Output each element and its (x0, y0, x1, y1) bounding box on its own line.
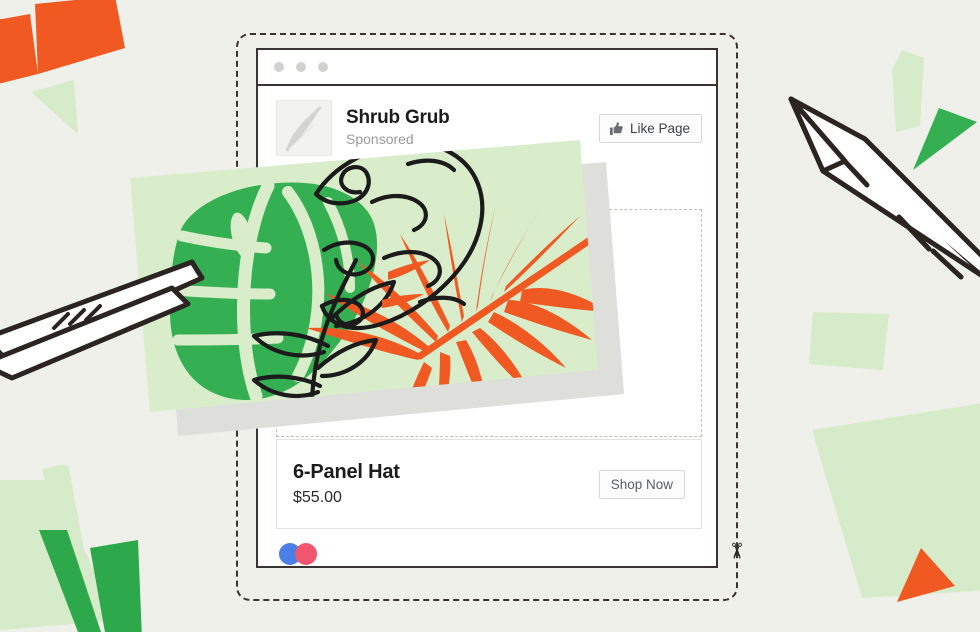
product-text: 6-Panel Hat $55.00 (293, 460, 599, 509)
browser-dot-2 (296, 62, 306, 72)
pen-illustration-right (775, 85, 980, 280)
pale-green-triangle-top-left (30, 72, 100, 142)
thumbs-up-icon (609, 121, 623, 135)
reaction-icons (278, 542, 326, 565)
screenshot-canvas: ✂ Shrub Grub Sponsored Like Page 6-Panel… (0, 0, 980, 632)
product-price: $55.00 (293, 488, 342, 506)
browser-title-bar (258, 50, 716, 86)
brand-name: Shrub Grub (346, 107, 450, 128)
scissors-icon: ✂ (724, 541, 750, 561)
green-blade-bottom-left-b (88, 540, 158, 632)
like-page-label: Like Page (629, 120, 690, 136)
product-title: 6-Panel Hat (293, 460, 400, 483)
browser-dot-1 (274, 62, 284, 72)
pale-green-polygon-right-mid (803, 312, 893, 382)
tweezers-illustration-left (0, 252, 216, 382)
like-page-button[interactable]: Like Page (598, 113, 702, 143)
love-reaction-icon (295, 543, 317, 565)
shop-now-button[interactable]: Shop Now (598, 469, 685, 499)
product-info-box: 6-Panel Hat $55.00 Shop Now (276, 439, 702, 529)
browser-dot-3 (318, 62, 328, 72)
orange-triangle-bottom-right (895, 546, 965, 606)
